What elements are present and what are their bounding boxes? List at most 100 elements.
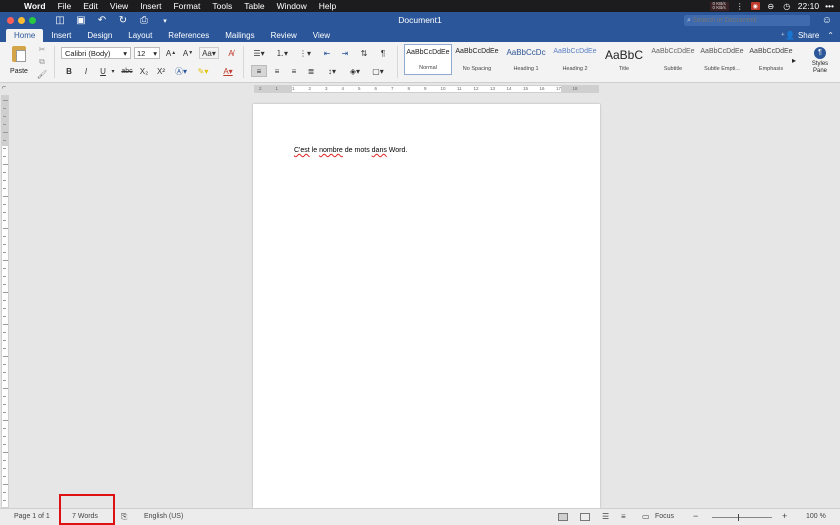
- justify-icon[interactable]: ≣: [304, 65, 318, 77]
- menu-insert[interactable]: Insert: [134, 1, 167, 11]
- style-subtle-empti[interactable]: AaBbCcDdEe Subtle Empti...: [698, 44, 746, 75]
- document-word[interactable]: le: [312, 147, 317, 154]
- zoom-out-button[interactable]: −: [693, 511, 698, 521]
- search-in-document[interactable]: ⌕: [684, 15, 810, 26]
- copy-icon[interactable]: ⧉: [39, 57, 45, 67]
- font-name-select[interactable]: Calibri (Body) ▾: [61, 47, 131, 59]
- style-heading-1[interactable]: AaBbCcDc Heading 1: [502, 44, 550, 75]
- menu-app-word[interactable]: Word: [22, 1, 52, 11]
- font-color-icon[interactable]: A▾: [219, 65, 237, 77]
- tab-insert[interactable]: Insert: [43, 29, 79, 42]
- focus-icon[interactable]: ▭: [642, 512, 650, 521]
- paste-button[interactable]: Paste: [5, 45, 33, 79]
- decrease-indent-icon[interactable]: ⇤: [320, 47, 334, 59]
- highlight-color-icon[interactable]: ✎▾: [194, 65, 212, 77]
- document-body-text[interactable]: C'est le nombre de mots dans Word.: [294, 147, 407, 154]
- align-center-icon[interactable]: ≡: [270, 65, 284, 77]
- tab-mailings[interactable]: Mailings: [217, 29, 262, 42]
- line-spacing-icon[interactable]: ↕▾: [322, 65, 342, 77]
- multilevel-list-icon[interactable]: ⋮▾: [295, 47, 315, 59]
- close-window-button[interactable]: [7, 17, 14, 24]
- menu-view[interactable]: View: [104, 1, 134, 11]
- zoom-slider[interactable]: [712, 517, 772, 518]
- document-page[interactable]: C'est le nombre de mots dans Word.: [253, 104, 600, 508]
- align-left-icon[interactable]: ≡: [251, 65, 267, 77]
- style-emphasis[interactable]: AaBbCcDdEe Emphasis: [747, 44, 795, 75]
- style-no-spacing[interactable]: AaBbCcDdEe No Spacing: [453, 44, 501, 75]
- focus-button[interactable]: Focus: [655, 513, 674, 520]
- document-word[interactable]: dans: [372, 147, 387, 154]
- menu-format[interactable]: Format: [167, 1, 206, 11]
- increase-indent-icon[interactable]: ⇥: [338, 47, 352, 59]
- zoom-in-button[interactable]: +: [782, 511, 787, 521]
- document-word[interactable]: nombre: [319, 147, 343, 154]
- show-formatting-button[interactable]: ¶: [377, 47, 389, 59]
- recording-icon[interactable]: ◉: [750, 2, 760, 10]
- menu-edit[interactable]: Edit: [77, 1, 104, 11]
- horizontal-ruler[interactable]: 2 1 1 2 3 4 5 6 7 8 9 10 11 12 13 14 15 16 17 18: [254, 85, 599, 93]
- tab-stop-selector-icon[interactable]: ⌐: [2, 84, 6, 91]
- outline-view-icon[interactable]: ☰: [602, 512, 609, 521]
- text-effects-icon[interactable]: Ⓐ▾: [173, 65, 189, 77]
- shrink-font-button[interactable]: A ▼: [181, 47, 195, 59]
- ruler-right-margin[interactable]: [561, 86, 598, 92]
- strikethrough-button[interactable]: abc: [119, 65, 135, 77]
- network-monitor[interactable]: 0 KB/s 0 KB/s: [709, 1, 729, 11]
- collapse-ribbon-icon[interactable]: ⌃: [827, 29, 840, 42]
- minimize-window-button[interactable]: [18, 17, 25, 24]
- ruler-top-margin[interactable]: [2, 96, 8, 146]
- bullets-icon[interactable]: ☰▾: [249, 47, 269, 59]
- tab-home[interactable]: Home: [6, 29, 44, 42]
- menubar-dots-icon[interactable]: ⋮: [735, 2, 745, 11]
- italic-button[interactable]: I: [80, 65, 92, 77]
- zoom-level[interactable]: 100 %: [806, 513, 826, 520]
- sidebar-icon[interactable]: ◫: [54, 15, 66, 26]
- tab-references[interactable]: References: [160, 29, 217, 42]
- zoom-window-button[interactable]: [29, 17, 36, 24]
- menu-file[interactable]: File: [52, 1, 78, 11]
- subscript-button[interactable]: X₂: [137, 65, 151, 77]
- document-word[interactable]: mots: [355, 147, 370, 154]
- web-layout-view-icon[interactable]: [580, 513, 590, 521]
- document-word[interactable]: de: [345, 147, 353, 154]
- print-icon[interactable]: ⎙: [138, 15, 150, 26]
- tab-layout[interactable]: Layout: [120, 29, 160, 42]
- style-normal[interactable]: AaBbCcDdEe Normal: [404, 44, 452, 75]
- clock-icon[interactable]: ◷: [782, 2, 792, 11]
- format-painter-icon[interactable]: 🖌: [37, 70, 47, 79]
- menu-help[interactable]: Help: [313, 1, 342, 11]
- style-heading-2[interactable]: AaBbCcDdEe Heading 2: [551, 44, 599, 75]
- draft-view-icon[interactable]: ≡: [621, 512, 626, 521]
- minus-circle-icon[interactable]: ⊖: [766, 2, 776, 11]
- undo-icon[interactable]: ↶: [96, 15, 108, 26]
- clear-formatting-icon[interactable]: A̸: [224, 47, 238, 59]
- align-right-icon[interactable]: ≡: [287, 65, 301, 77]
- feedback-smiley-icon[interactable]: ☺: [822, 15, 832, 26]
- grow-font-button[interactable]: A ▲: [164, 47, 178, 59]
- menu-window[interactable]: Window: [271, 1, 313, 11]
- menubar-time[interactable]: 22:10: [798, 1, 819, 11]
- share-button[interactable]: ⁺👤 Share: [781, 29, 828, 42]
- tab-design[interactable]: Design: [79, 29, 120, 42]
- underline-button[interactable]: U: [97, 65, 109, 77]
- search-input[interactable]: [692, 17, 803, 24]
- language[interactable]: English (US): [144, 513, 183, 520]
- menu-table[interactable]: Table: [238, 1, 270, 11]
- vertical-ruler[interactable]: [1, 95, 9, 508]
- document-word[interactable]: Word.: [389, 147, 408, 154]
- menubar-more[interactable]: •••: [825, 1, 834, 11]
- customize-toolbar-icon[interactable]: ▾: [159, 17, 171, 25]
- zoom-slider-handle[interactable]: [738, 514, 739, 521]
- cut-icon[interactable]: ✂: [39, 45, 46, 54]
- proofing-icon[interactable]: ⎘: [121, 512, 127, 522]
- shading-icon[interactable]: ◈▾: [346, 65, 364, 77]
- bold-button[interactable]: B: [63, 65, 75, 77]
- page-count[interactable]: Page 1 of 1: [14, 513, 50, 520]
- change-case-button[interactable]: Aa ▾: [199, 47, 219, 59]
- borders-icon[interactable]: ▢▾: [368, 65, 388, 77]
- styles-pane-button[interactable]: ¶ Styles Pane: [805, 47, 835, 74]
- style-subtitle[interactable]: AaBbCcDdEe Subtitle: [649, 44, 697, 75]
- redo-icon[interactable]: ↻: [117, 15, 129, 26]
- superscript-button[interactable]: X²: [154, 65, 168, 77]
- tab-review[interactable]: Review: [263, 29, 305, 42]
